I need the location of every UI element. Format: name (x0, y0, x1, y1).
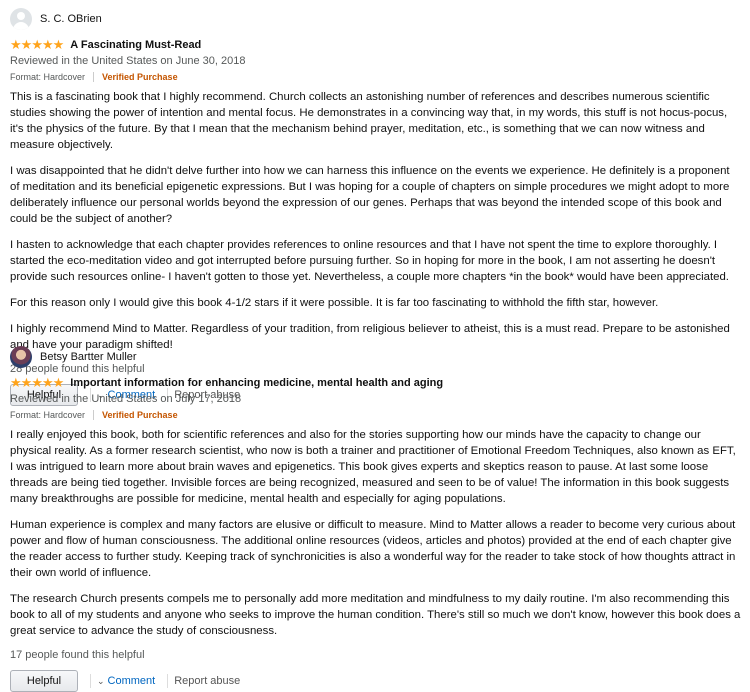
comment-label[interactable]: Comment (108, 675, 156, 687)
reviewer-profile[interactable]: Betsy Bartter Muller (10, 344, 742, 370)
star-icon: ★ (41, 37, 54, 52)
comment-link[interactable]: ⌄ Comment (97, 675, 155, 687)
review-body: I really enjoyed this book, both for sci… (10, 427, 742, 639)
user-photo-avatar-icon (10, 346, 32, 368)
report-abuse-link[interactable]: Report abuse (174, 675, 240, 687)
divider (93, 410, 95, 420)
star-icon: ★ (52, 37, 65, 52)
review-paragraph: I was disappointed that he didn't delve … (10, 165, 730, 225)
star-rating: ★ ★ ★ ★ ★ (10, 37, 65, 52)
star-icon: ★ (31, 375, 43, 390)
star-icon: ★ (10, 375, 22, 390)
divider (93, 72, 95, 82)
star-icon: ★ (20, 375, 33, 390)
reviewer-profile[interactable]: S. C. OBrien (10, 6, 742, 32)
chevron-down-icon: ⌄ (97, 675, 105, 686)
divider (90, 674, 91, 688)
helpful-button[interactable]: Helpful (10, 670, 78, 692)
review-paragraph: I really enjoyed this book, both for sci… (10, 429, 736, 505)
review-paragraph: For this reason only I would give this b… (10, 297, 659, 309)
user-avatar-icon (10, 8, 32, 30)
verified-purchase-badge: Verified Purchase (102, 72, 178, 82)
review-body: This is a fascinating book that I highly… (10, 89, 742, 353)
verified-purchase-badge: Verified Purchase (102, 410, 178, 420)
star-rating: ★ ★ ★ ★ ★ (10, 375, 65, 390)
star-icon: ★ (20, 37, 33, 52)
reviewer-name[interactable]: S. C. OBrien (40, 13, 102, 25)
star-icon: ★ (31, 37, 43, 52)
divider (167, 674, 169, 688)
review-date: Reviewed in the United States on June 30… (10, 55, 246, 67)
review-card: Betsy Bartter Muller ★ ★ ★ ★ ★ Important inf… (10, 344, 742, 692)
star-icon: ★ (10, 37, 22, 52)
review-paragraph: This is a fascinating book that I highly… (10, 91, 728, 151)
helpful-count: 17 people found this helpful (10, 649, 145, 661)
format-label[interactable]: Format: Hardcover (10, 410, 85, 420)
review-title[interactable]: A Fascinating Must-Read (70, 39, 201, 51)
review-date: Reviewed in the United States on July 17… (10, 393, 242, 405)
reviewer-name[interactable]: Betsy Bartter Muller (40, 351, 137, 363)
review-title[interactable]: Important information for enhancing medi… (70, 377, 443, 389)
review-paragraph: The research Church presents compels me … (10, 593, 741, 637)
star-icon: ★ (41, 375, 54, 390)
format-label[interactable]: Format: Hardcover (10, 72, 85, 82)
star-icon: ★ (52, 375, 65, 390)
review-paragraph: Human experience is complex and many fac… (10, 519, 736, 579)
review-paragraph: I hasten to acknowledge that each chapte… (10, 239, 729, 283)
